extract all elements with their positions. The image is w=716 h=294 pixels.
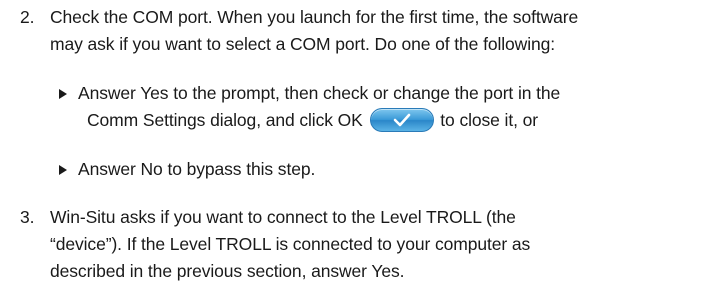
checkmark-icon (393, 113, 410, 127)
bullet-text-before-button: Comm Settings dialog, and click OK (87, 110, 363, 130)
step-text-line: may ask if you want to select a COM port… (50, 34, 556, 54)
bullet-text-line: Comm Settings dialog, and click OK to cl… (87, 107, 538, 134)
bullet-triangle-icon (59, 156, 73, 175)
step-text-line: Win-Situ asks if you want to connect to … (50, 207, 516, 227)
step-text-line: Check the COM port. When you launch for … (50, 7, 579, 27)
step-text-line: “device”). If the Level TROLL is connect… (50, 234, 531, 254)
bullet-triangle-icon (59, 80, 73, 99)
ok-button[interactable] (369, 107, 434, 132)
step-text-line: described in the previous section, answe… (50, 261, 405, 281)
bullet-text-line: Answer No to bypass this step. (78, 159, 316, 179)
bullet-text-after-button: to close it, or (440, 110, 538, 130)
step-number: 2. (20, 7, 35, 27)
instruction-page: 2. Check the COM port. When you launch f… (0, 0, 716, 294)
step-number: 3. (20, 207, 35, 227)
bullet-text-line: Answer Yes to the prompt, then check or … (78, 83, 561, 103)
